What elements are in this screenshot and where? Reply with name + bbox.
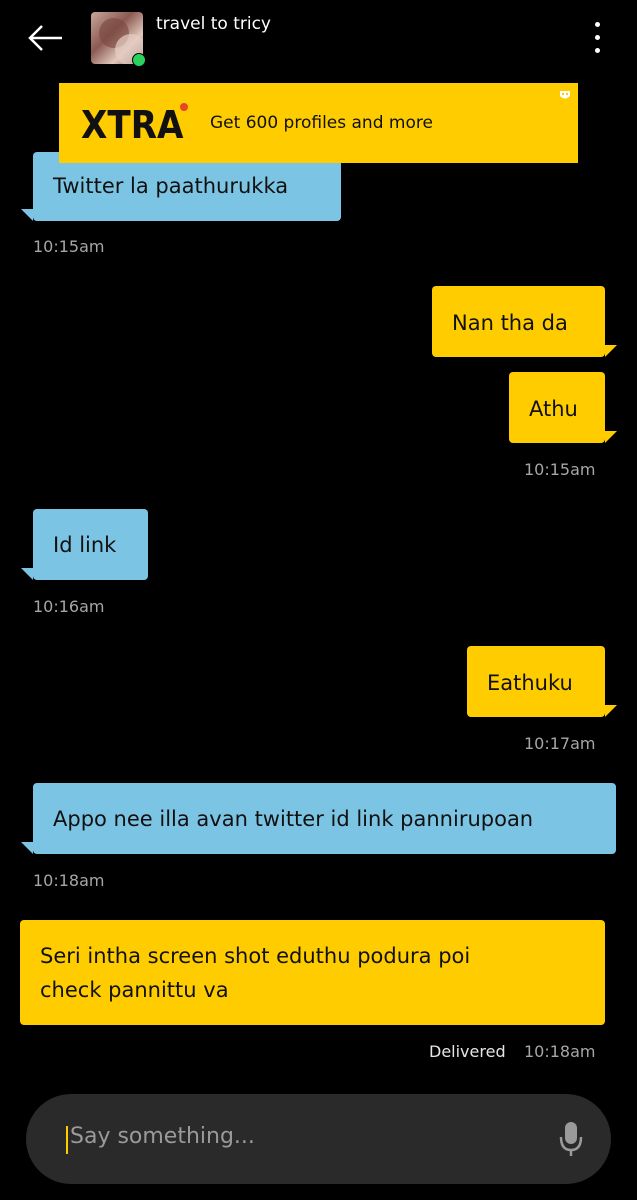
contact-name[interactable]: travel to tricy <box>156 14 271 34</box>
bubble-tail <box>21 842 33 854</box>
message-timestamp: 10:15am <box>524 460 596 479</box>
message-bubble-incoming[interactable]: Appo nee illa avan twitter id link panni… <box>33 783 616 854</box>
online-status-dot <box>132 53 146 67</box>
arrow-left-icon <box>28 25 62 51</box>
ad-text: Get 600 profiles and more <box>210 113 433 133</box>
message-timestamp: 10:16am <box>33 597 105 616</box>
voice-message-button[interactable] <box>559 1120 583 1158</box>
message-bubble-outgoing[interactable]: Athu <box>509 372 605 443</box>
back-button[interactable] <box>22 20 66 56</box>
message-input[interactable]: Say something... <box>26 1094 611 1184</box>
bubble-tail <box>21 568 33 580</box>
message-text: Athu <box>529 397 578 421</box>
message-timestamp: 10:15am <box>33 237 105 256</box>
message-text-line: Seri intha screen shot eduthu podura poi <box>40 944 471 968</box>
ad-badge-icon <box>560 91 570 99</box>
microphone-icon <box>559 1122 583 1156</box>
message-timestamp: 10:18am <box>33 871 105 890</box>
message-text-line: check pannittu va <box>40 978 229 1002</box>
message-bubble-incoming[interactable]: Id link <box>33 509 148 580</box>
message-text: Id link <box>53 533 117 557</box>
message-input-placeholder: Say something... <box>70 1124 255 1149</box>
text-cursor <box>66 1126 68 1154</box>
more-options-button[interactable] <box>588 20 608 56</box>
message-text: Nan tha da <box>452 311 568 335</box>
delivery-status: Delivered <box>429 1042 506 1061</box>
bubble-tail <box>605 705 617 717</box>
message-text: Eathuku <box>487 671 573 695</box>
bubble-tail <box>605 345 617 357</box>
xtra-logo: XTRA <box>81 103 184 147</box>
message-timestamp: 10:17am <box>524 734 596 753</box>
bubble-tail <box>21 209 33 221</box>
message-timestamp: 10:18am <box>524 1042 596 1061</box>
message-bubble-outgoing[interactable]: Nan tha da <box>432 286 605 357</box>
message-bubble-outgoing[interactable]: Seri intha screen shot eduthu podura poi… <box>20 920 605 1025</box>
message-text: Twitter la paathurukka <box>53 174 289 198</box>
xtra-ad-banner[interactable]: XTRA Get 600 profiles and more <box>59 83 578 163</box>
xtra-logo-dot <box>180 103 188 111</box>
bubble-tail <box>605 431 617 443</box>
message-text: Appo nee illa avan twitter id link panni… <box>53 807 534 831</box>
message-bubble-outgoing[interactable]: Eathuku <box>467 646 605 717</box>
